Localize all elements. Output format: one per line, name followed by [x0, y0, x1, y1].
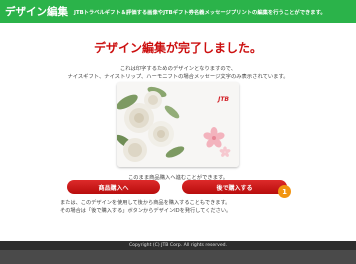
header-description: JTBトラベルギフト＆評価する画像やJTBギフト券名義メッセージプリントの編集を… — [74, 9, 326, 16]
proceed-to-purchase-button[interactable]: 商品購入へ — [67, 180, 160, 194]
gift-card-preview: JTB — [117, 82, 239, 167]
white-roses-image — [117, 82, 239, 167]
purchase-later-button[interactable]: 後で購入する — [182, 180, 287, 194]
main-content: デザイン編集が完了しました。 これは印字するためのデザインとなりますので、 ナイ… — [0, 23, 356, 241]
bottom-band — [0, 250, 356, 264]
description-line-2: ナイスギフト、ナイストリップ、ハーモニフトの場合メッセージ文字のみ表示されていま… — [67, 74, 289, 80]
completion-title: デザイン編集が完了しました。 — [93, 41, 262, 55]
page-title: デザイン編集 — [5, 6, 68, 18]
step-badge: 1 — [278, 185, 291, 198]
header-bar: デザイン編集 JTBトラベルギフト＆評価する画像やJTBギフト券名義メッセージプ… — [0, 0, 356, 23]
copyright-text: Copyright (C) JTB Corp. All rights reser… — [128, 243, 228, 248]
jtb-logo: JTB — [218, 96, 229, 103]
description-line-1: これは印字するためのデザインとなりますので、 — [119, 66, 237, 72]
instruction-text: このまま商品購入へ進むことができます。 — [127, 175, 229, 181]
footer-bar: Copyright (C) JTB Corp. All rights reser… — [0, 241, 356, 250]
note-line-2: その場合は「後で購入する」ボタンからデザインIDを発行してください。 — [60, 208, 232, 214]
note-line-1: または、このデザインを使用して後から商品を購入することもできます。 — [60, 200, 231, 206]
